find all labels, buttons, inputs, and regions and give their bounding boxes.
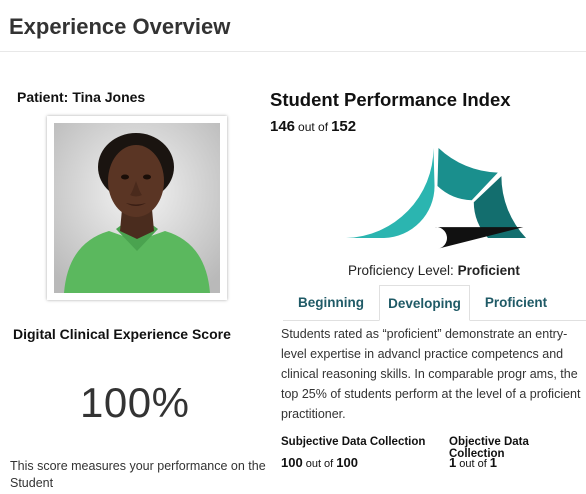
score-title: Digital Clinical Experience Score (13, 326, 231, 342)
spi-score: 146 out of 152 (270, 118, 356, 135)
objective-out-of: out of (459, 458, 487, 470)
patient-name: Tina Jones (72, 89, 146, 105)
subjective-total: 100 (336, 455, 358, 470)
objective-total: 1 (489, 455, 497, 470)
spi-out-of: out of (298, 120, 329, 134)
page-title: Experience Overview (9, 14, 231, 39)
performance-gauge (346, 148, 526, 249)
spi-score-value: 146 (270, 118, 296, 135)
page-header: Experience Overview (0, 0, 586, 52)
proficiency-level: Proficiency Level: Proficient (348, 263, 520, 278)
gauge-segment-beginning (346, 148, 435, 238)
score-description: This score measures your performance on … (10, 459, 266, 490)
subjective-out-of: out of (305, 458, 334, 470)
proficiency-tabs: Beginning Developing Proficient (283, 285, 586, 321)
patient-avatar (47, 116, 227, 300)
proficiency-label: Proficiency Level: (348, 263, 454, 278)
spi-score-total: 152 (331, 118, 357, 135)
subjective-data-label: Subjective Data Collection (281, 436, 426, 448)
tab-proficient[interactable]: Proficient (470, 285, 562, 321)
experience-overview-page: Experience Overview Patient:Tina Jones (0, 0, 586, 494)
tab-developing[interactable]: Developing (379, 285, 470, 321)
score-value: 100% (80, 379, 190, 426)
subjective-score: 100 (281, 455, 303, 470)
tab-beginning[interactable]: Beginning (283, 285, 379, 321)
patient-label: Patient: Tina Jones (17, 89, 145, 105)
subjective-data-value: 100 out of 100 (281, 455, 358, 470)
patient-portrait-image (54, 123, 220, 293)
objective-data-value: 1 out of 1 (449, 455, 497, 470)
patient-prefix: Patient: (17, 89, 69, 105)
spi-title: Student Performance Index (270, 89, 511, 110)
tab-description: Students rated as “proficient” demonstra… (281, 327, 581, 421)
objective-score: 1 (449, 455, 457, 470)
proficiency-value: Proficient (457, 263, 520, 278)
